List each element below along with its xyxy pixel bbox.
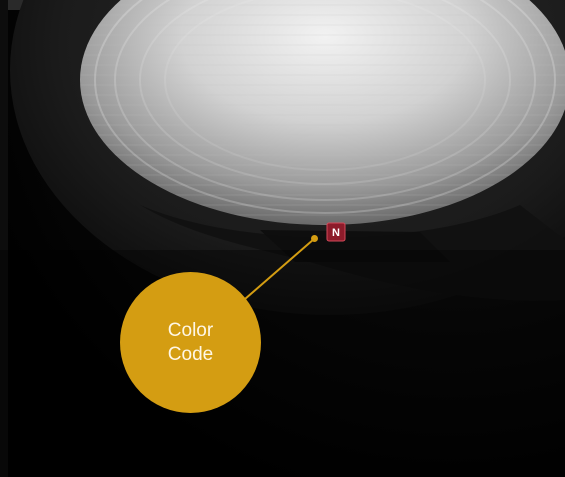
- photo-stage: N Color Code: [0, 0, 565, 477]
- callout-bubble: Color Code: [120, 272, 261, 413]
- fixture-lens-photo: N: [0, 0, 565, 477]
- callout-pointer-dot: [311, 235, 318, 242]
- badge-letter: N: [332, 227, 340, 239]
- callout-label: Color Code: [167, 319, 214, 365]
